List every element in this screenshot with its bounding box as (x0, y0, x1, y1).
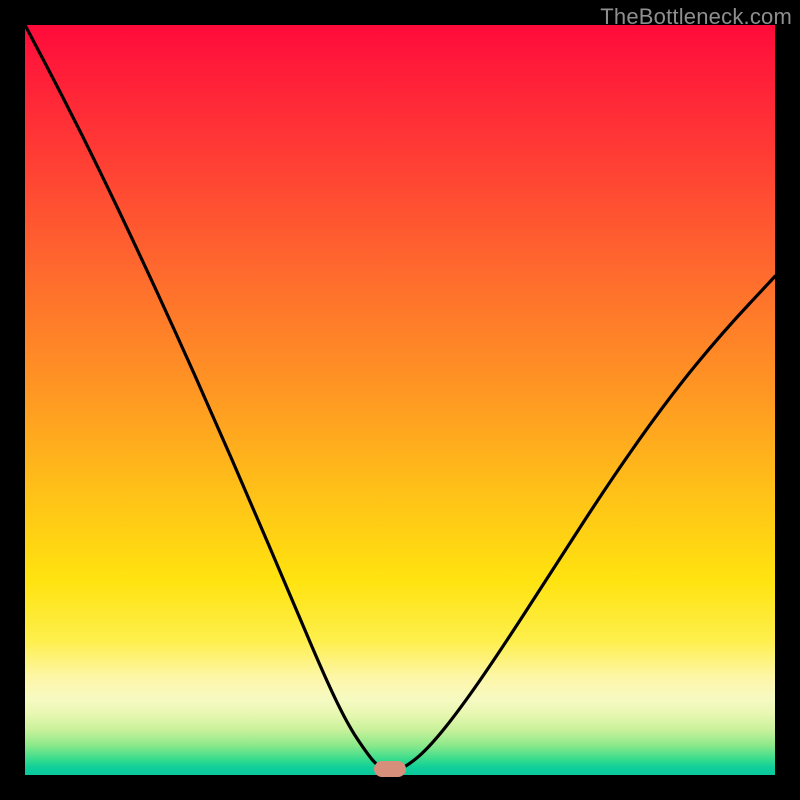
curve-min-marker (374, 761, 406, 777)
bottleneck-curve (25, 25, 775, 771)
chart-frame: TheBottleneck.com (0, 0, 800, 800)
curve-svg (25, 25, 775, 775)
plot-area (25, 25, 775, 775)
